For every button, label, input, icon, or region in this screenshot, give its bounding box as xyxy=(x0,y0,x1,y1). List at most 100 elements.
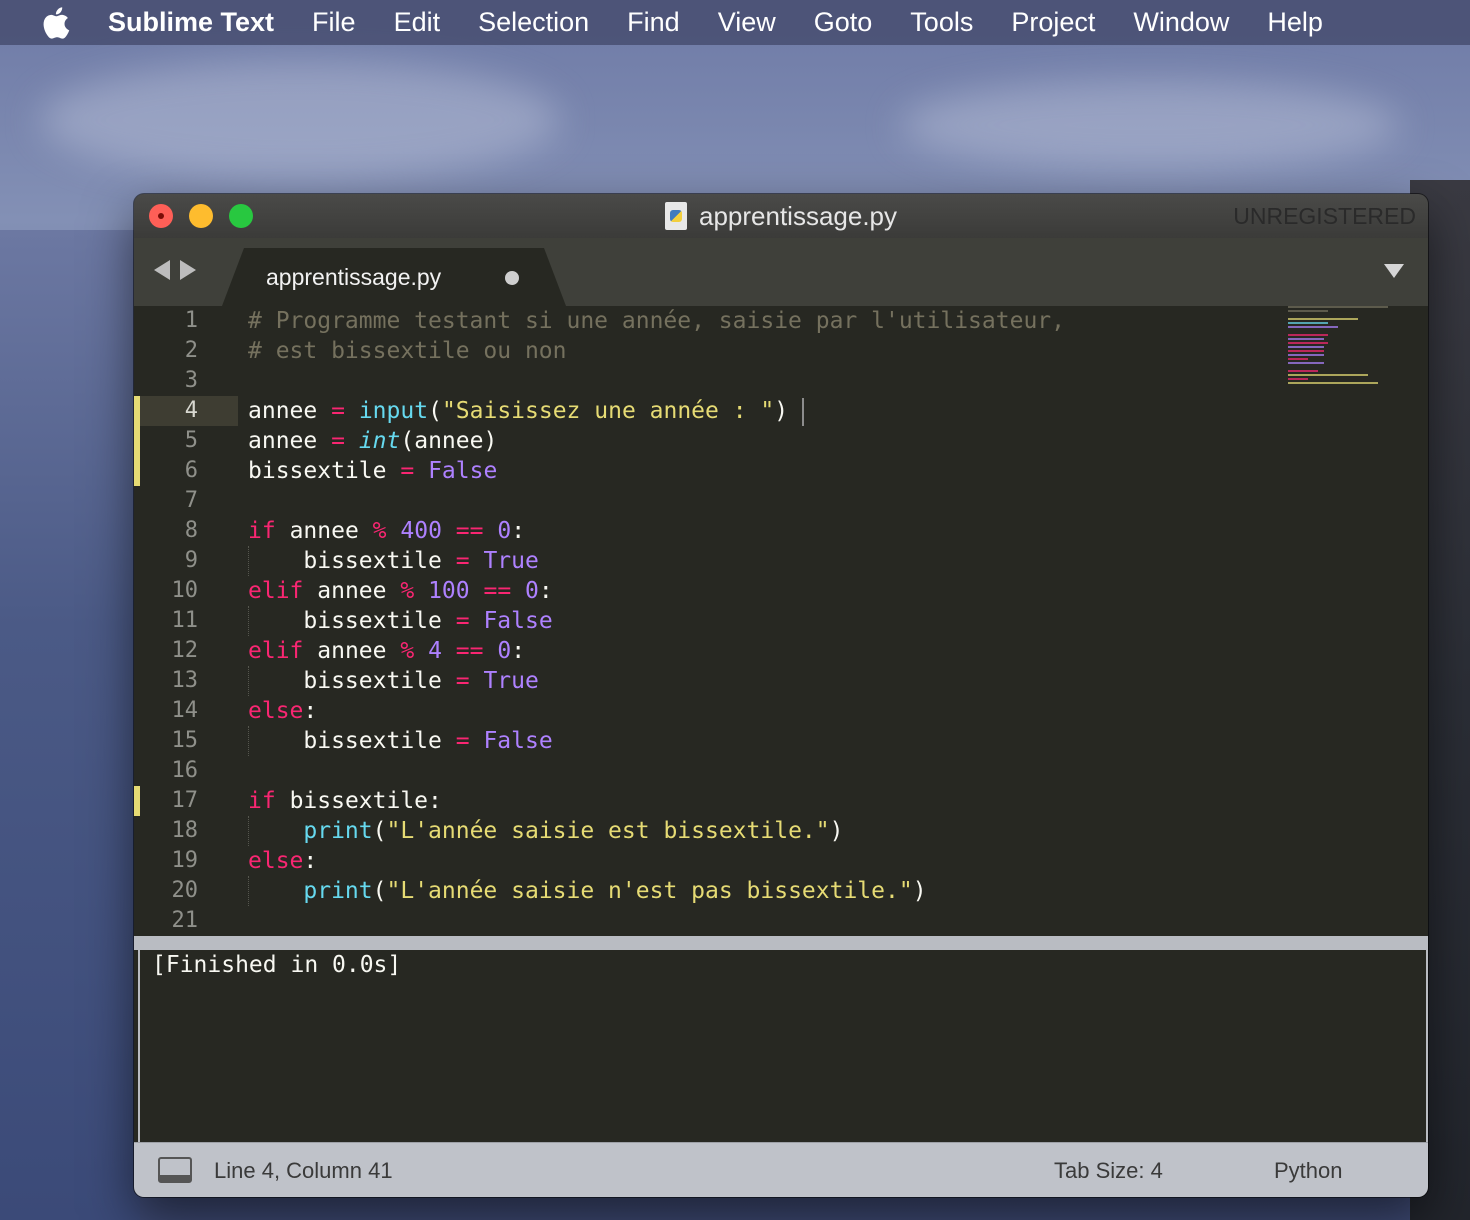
keyword-token: elif xyxy=(248,638,304,664)
tab-size-selector[interactable]: Tab Size: 4 xyxy=(1054,1158,1163,1184)
variable-token: bissextile xyxy=(303,728,442,754)
code-line-12: elif annee % 4 == 0: xyxy=(248,636,525,666)
minimap-line xyxy=(1288,310,1328,312)
comment-text: # est bissextile ou non xyxy=(248,338,567,364)
minimap[interactable] xyxy=(1288,306,1404,396)
operator-token: == xyxy=(455,638,484,664)
minimap-line xyxy=(1288,338,1324,340)
line-number: 8 xyxy=(184,518,198,543)
operator-token: = xyxy=(331,428,345,454)
cursor-position: Line 4, Column 41 xyxy=(214,1158,393,1183)
constant-token: True xyxy=(483,548,539,574)
code-line-15: bissextile = False xyxy=(248,726,553,756)
variable-token: annee xyxy=(248,428,318,454)
arrow-right-icon[interactable] xyxy=(180,260,196,280)
line-number: 20 xyxy=(171,878,199,903)
unregistered-badge: UNREGISTERED xyxy=(1233,203,1416,229)
variable-token: annee xyxy=(248,398,318,424)
line-number: 3 xyxy=(184,368,198,393)
code-editor[interactable]: 1 2 3 4 5 6 7 8 9 10 11 12 13 14 15 16 17 18 19 20 21 # Prog… xyxy=(134,306,1428,936)
menu-find[interactable]: Find xyxy=(627,7,680,38)
menu-selection[interactable]: Selection xyxy=(478,7,589,38)
line-number: 15 xyxy=(171,728,199,753)
code-line-9: bissextile = True xyxy=(248,546,539,576)
minimap-line xyxy=(1288,322,1328,324)
background-cloud xyxy=(900,80,1400,170)
menu-edit[interactable]: Edit xyxy=(394,7,441,38)
minimap-line xyxy=(1288,374,1368,376)
code-line-18: print("L'année saisie est bissextile.") xyxy=(248,816,843,846)
build-output-panel[interactable]: [Finished in 0.0s] xyxy=(138,950,1428,1142)
paren-token: ) xyxy=(912,878,927,904)
arrow-left-icon[interactable] xyxy=(154,260,170,280)
line-number: 5 xyxy=(184,428,198,453)
line-number-gutter: 1 2 3 4 5 6 7 8 9 10 11 12 13 14 15 16 17 18 19 20 21 xyxy=(134,306,238,936)
code-line-20: print("L'année saisie n'est pas bissexti… xyxy=(248,876,927,906)
output-panel-divider[interactable] xyxy=(134,936,1428,950)
colon-token: : xyxy=(303,848,318,874)
function-token: input xyxy=(358,398,429,424)
line-number: 11 xyxy=(171,608,199,633)
line-number: 17 xyxy=(171,788,199,813)
code-line-13: bissextile = True xyxy=(248,666,539,696)
constant-token: False xyxy=(483,608,553,634)
operator-token: = xyxy=(455,668,470,694)
variable-token: bissextile: xyxy=(289,788,442,814)
code-line-6: bissextile = False xyxy=(248,456,497,486)
menu-goto[interactable]: Goto xyxy=(814,7,873,38)
variable-token: bissextile xyxy=(303,668,442,694)
title-bar[interactable]: apprentissage.py UNREGISTERED xyxy=(134,194,1428,239)
argument-token: (annee) xyxy=(400,428,498,454)
line-number: 13 xyxy=(171,668,199,693)
minimap-line xyxy=(1288,318,1358,320)
menu-file[interactable]: File xyxy=(312,7,356,38)
menu-app-name[interactable]: Sublime Text xyxy=(108,7,274,38)
string-token: "L'année saisie est bissextile." xyxy=(386,818,830,844)
unsaved-dot-icon[interactable] xyxy=(505,271,519,285)
code-area[interactable]: # Programme testant si une année, saisie… xyxy=(248,306,1278,936)
minimap-line xyxy=(1288,382,1378,384)
tab-navigation xyxy=(154,260,196,280)
operator-token: == xyxy=(455,518,484,544)
apple-icon[interactable] xyxy=(40,6,70,40)
line-number: 2 xyxy=(184,338,198,363)
menu-view[interactable]: View xyxy=(718,7,776,38)
constant-token: True xyxy=(483,668,539,694)
menu-help[interactable]: Help xyxy=(1267,7,1323,38)
minimap-line xyxy=(1288,362,1324,364)
number-token: 0 xyxy=(497,518,512,544)
menu-window[interactable]: Window xyxy=(1133,7,1229,38)
tab-apprentissage[interactable]: apprentissage.py xyxy=(222,248,566,306)
code-line-11: bissextile = False xyxy=(248,606,553,636)
line-number: 6 xyxy=(184,458,198,483)
tab-dropdown-icon[interactable] xyxy=(1384,264,1404,278)
menu-tools[interactable]: Tools xyxy=(910,7,973,38)
paren-token: ( xyxy=(428,398,442,424)
operator-token: = xyxy=(455,728,470,754)
minimap-line xyxy=(1288,346,1324,348)
panel-toggle-icon[interactable] xyxy=(158,1157,192,1183)
operator-token: % xyxy=(400,578,415,604)
paren-token: ) xyxy=(829,818,844,844)
line-number: 1 xyxy=(184,308,198,333)
menu-project[interactable]: Project xyxy=(1011,7,1095,38)
keyword-token: else xyxy=(248,698,304,724)
minimap-line xyxy=(1288,354,1324,356)
python-file-icon xyxy=(664,202,687,230)
code-line-19: else: xyxy=(248,846,317,876)
tab-label: apprentissage.py xyxy=(266,264,442,290)
line-number: 21 xyxy=(171,908,199,933)
syntax-selector[interactable]: Python xyxy=(1274,1158,1343,1184)
constant-token: False xyxy=(483,728,553,754)
paren-token: ) xyxy=(774,398,789,424)
colon-token: : xyxy=(511,638,526,664)
line-number: 18 xyxy=(171,818,199,843)
code-line-10: elif annee % 100 == 0: xyxy=(248,576,553,606)
code-line-2: # est bissextile ou non xyxy=(248,336,567,366)
minimap-line xyxy=(1288,326,1338,328)
paren-token: ( xyxy=(372,818,387,844)
number-token: 400 xyxy=(400,518,442,544)
minimap-line xyxy=(1288,350,1324,352)
colon-token: : xyxy=(538,578,553,604)
code-line-8: if annee % 400 == 0: xyxy=(248,516,525,546)
